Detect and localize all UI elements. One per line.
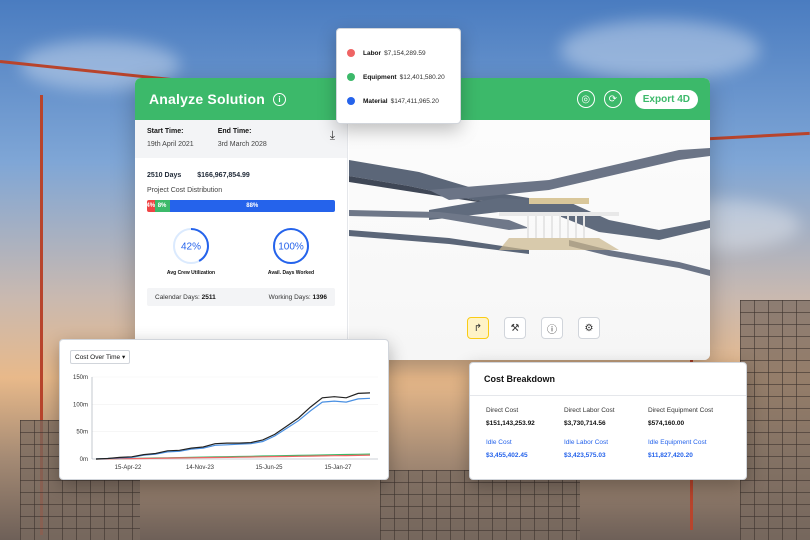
breakdown-value: $151,143,253.92 <box>486 420 535 427</box>
legend-name: Material <box>363 97 388 105</box>
viewport-toolbar: ↱ ⚒ ⓘ ⚙ <box>467 317 600 339</box>
breakdown-title: Cost Breakdown <box>470 363 746 396</box>
legend-value: $12,401,580.20 <box>399 73 445 81</box>
breakdown-grid: Direct Cost $151,143,253.92 Direct Labor C… <box>470 396 746 459</box>
chart-type-select[interactable]: Cost Over Time ▾ <box>70 350 131 364</box>
x-tick-label: 14-Nov-23 <box>186 465 215 471</box>
breakdown-item: Idle Cost $3,455,402.45 <box>486 439 564 459</box>
breakdown-value: $574,160.00 <box>648 420 685 427</box>
refresh-icon[interactable]: ⟳ <box>603 90 622 108</box>
x-tick-label: 15-Jun-25 <box>255 465 283 471</box>
cost-over-time-card: 0m 50m 100m 150m 15-Apr-22 14-Nov-23 15-Jun-25… <box>59 339 389 480</box>
breakdown-label: Direct Labor Cost <box>564 407 615 414</box>
crew-icon[interactable]: ⚒ <box>504 317 526 339</box>
gauge: 42% Avg Crew Utilization <box>146 226 236 276</box>
gauge-caption: Avg Crew Utilization <box>166 270 216 276</box>
gauge-caption: Avail. Days Worked <box>267 270 315 276</box>
3d-model-viewport[interactable]: ↱ ⚒ ⓘ ⚙ <box>349 120 710 360</box>
distribution-segment: 88% <box>169 200 335 212</box>
export-4d-button[interactable]: Export 4D <box>634 89 698 109</box>
legend-item: Material $147,411,965.20 <box>347 89 450 113</box>
time-range: Start Time: 19th April 2021 End Time: 3r… <box>135 120 347 158</box>
bridge-piers <box>527 216 585 238</box>
breakdown-label: Direct Equipment Cost <box>648 407 714 414</box>
cost-distribution-bar: 4% 8% 88% <box>147 200 335 212</box>
gauge-ring: 42% <box>173 228 209 264</box>
gauge-value: 42% <box>181 242 201 253</box>
target-icon[interactable]: ◎ <box>576 90 595 108</box>
distribution-segment: 4% <box>147 200 155 212</box>
working-days: Working Days: 1396 <box>268 293 327 301</box>
breakdown-label: Idle Cost <box>486 439 512 446</box>
end-time-label: End Time: <box>217 128 252 135</box>
breakdown-label: Idle Equipment Cost <box>648 439 707 446</box>
legend-name: Equipment <box>363 73 397 81</box>
y-tick-label: 50m <box>76 430 88 436</box>
legend-item: Equipment $12,401,580.20 <box>347 65 450 89</box>
x-tick-label: 15-Jan-27 <box>324 465 352 471</box>
chevron-down-icon: ▾ <box>121 354 126 361</box>
info-icon[interactable]: i <box>273 92 286 106</box>
download-icon[interactable]: ⤓ <box>330 128 335 158</box>
legend-value: $147,411,965.20 <box>390 97 439 105</box>
legend-item: Labor $7,154,289.59 <box>347 41 450 65</box>
cost-legend-popup: Labor $7,154,289.59 Equipment $12,401,580.2… <box>336 28 461 124</box>
total-cost: $166,967,854.99 <box>197 172 250 179</box>
legend-value: $7,154,289.59 <box>384 49 426 57</box>
breakdown-value: $3,455,402.45 <box>486 452 528 459</box>
summary-column: Start Time: 19th April 2021 End Time: 3r… <box>135 120 348 360</box>
legend-name: Labor <box>363 49 382 57</box>
breakdown-item: Idle Equipment Cost $11,827,420.20 <box>648 439 748 459</box>
redo-icon[interactable]: ↱ <box>467 317 489 339</box>
panel-title: Analyze Solution <box>149 91 265 107</box>
legend-dot <box>347 49 355 57</box>
distribution-segment: 8% <box>154 200 170 212</box>
breakdown-label: Idle Labor Cost <box>564 439 609 446</box>
start-time-value: 19th April 2021 <box>147 141 194 148</box>
gauge-value: 100% <box>278 242 304 253</box>
start-time-label: Start Time: <box>147 128 184 135</box>
breakdown-value: $11,827,420.20 <box>648 452 693 459</box>
breakdown-item: Direct Cost $151,143,253.92 <box>486 407 564 427</box>
gauge-ring: 100% <box>273 228 309 264</box>
x-tick-label: 15-Apr-22 <box>115 465 142 471</box>
breakdown-value: $3,423,575.03 <box>564 452 606 459</box>
breakdown-item: Direct Labor Cost $3,730,714.56 <box>564 407 648 427</box>
gauge: 100% Avail. Days Worked <box>246 226 336 276</box>
breakdown-item: Direct Equipment Cost $574,160.00 <box>648 407 748 427</box>
y-tick-label: 0m <box>80 457 88 463</box>
y-tick-label: 150m <box>73 375 88 381</box>
breakdown-item: Idle Labor Cost $3,423,575.03 <box>564 439 648 459</box>
gauges: 42% Avg Crew Utilization 100% Avail. Days W… <box>135 212 347 276</box>
series-line <box>95 397 371 460</box>
y-tick-label: 100m <box>73 402 88 408</box>
settings-icon[interactable]: ⚙ <box>578 317 600 339</box>
days-summary: Calendar Days: 2511 Working Days: 1396 <box>147 288 335 306</box>
summary-stats: 2510 Days $166,967,854.99 <box>135 158 347 179</box>
duration-days: 2510 Days <box>147 172 182 179</box>
legend-dot <box>347 97 355 105</box>
end-time-value: 3rd March 2028 <box>217 141 267 148</box>
breakdown-value: $3,730,714.56 <box>564 420 606 427</box>
legend-dot <box>347 73 355 81</box>
working-days-value: 1396 <box>312 293 327 301</box>
series-line <box>95 392 371 460</box>
breakdown-label: Direct Cost <box>486 407 519 414</box>
distribution-label: Project Cost Distribution <box>147 187 223 194</box>
info-icon[interactable]: ⓘ <box>541 317 563 339</box>
calendar-days: Calendar Days: 2511 <box>155 293 216 301</box>
cost-breakdown-card: Cost Breakdown Direct Cost $151,143,253.9… <box>469 362 747 480</box>
calendar-days-value: 2511 <box>201 293 216 301</box>
